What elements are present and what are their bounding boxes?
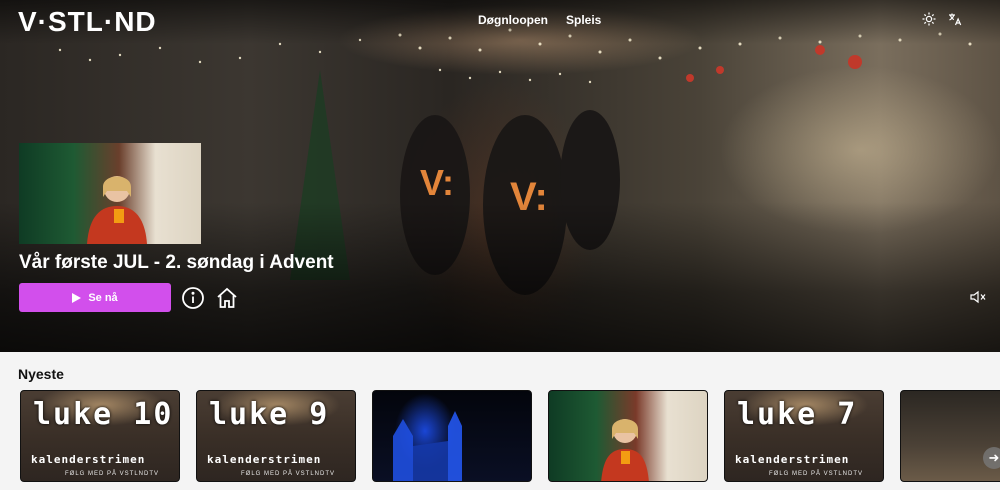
main-nav: Døgnloopen Spleis [478,13,601,27]
logo[interactable]: V·STL·ND [18,6,157,38]
newest-section: Nyeste luke 10 kalenderstrimen FØLG MED … [0,352,1000,490]
video-card[interactable]: luke 10 kalenderstrimen FØLG MED PÅ VSTL… [20,390,180,482]
nav-item-dognloopen[interactable]: Døgnloopen [478,13,548,27]
video-card[interactable]: luke 9 kalenderstrimen FØLG MED PÅ VSTLN… [196,390,356,482]
arrow-right-icon[interactable]: ➜ [983,447,1000,469]
card-tagline: FØLG MED PÅ VSTLNDTV [65,471,160,477]
card-subtitle: kalenderstrimen [31,453,146,466]
card-subtitle: kalenderstrimen [207,453,322,466]
video-card[interactable] [372,390,532,482]
card-row: luke 10 kalenderstrimen FØLG MED PÅ VSTL… [20,390,1000,482]
card-tagline: FØLG MED PÅ VSTLNDTV [241,471,336,477]
card-title: luke 9 [209,397,330,432]
top-icons [922,12,962,26]
hero-title: Vår første JUL - 2. søndag i Advent [19,252,334,273]
video-card[interactable] [548,390,708,482]
hero-actions: Se nå [19,283,239,312]
nav-item-spleis[interactable]: Spleis [566,13,601,27]
play-button-label: Se nå [88,291,118,304]
card-title: luke 10 [33,397,174,432]
card-subtitle: kalenderstrimen [735,453,850,466]
info-icon[interactable] [181,286,205,310]
top-bar: V·STL·ND Døgnloopen Spleis [0,0,1000,44]
svg-text:V:: V: [420,162,454,203]
presenter-image [87,176,147,244]
sun-icon[interactable] [922,12,936,26]
church-image [393,411,462,481]
home-icon[interactable] [215,286,239,310]
section-title: Nyeste [18,366,64,382]
presenter-image [601,419,649,481]
hero-banner: V: V: V·STL·ND Døgnloopen Spleis Vår før… [0,0,1000,352]
card-tagline: FØLG MED PÅ VSTLNDTV [769,471,864,477]
video-card[interactable]: ➜ [900,390,1000,482]
play-icon [72,292,82,303]
play-button[interactable]: Se nå [19,283,171,312]
hero-preview-thumbnail[interactable] [19,143,201,244]
translate-icon[interactable] [948,12,962,26]
mute-icon[interactable] [970,290,986,304]
video-card[interactable]: luke 7 kalenderstrimen FØLG MED PÅ VSTLN… [724,390,884,482]
card-title: luke 7 [737,397,858,432]
